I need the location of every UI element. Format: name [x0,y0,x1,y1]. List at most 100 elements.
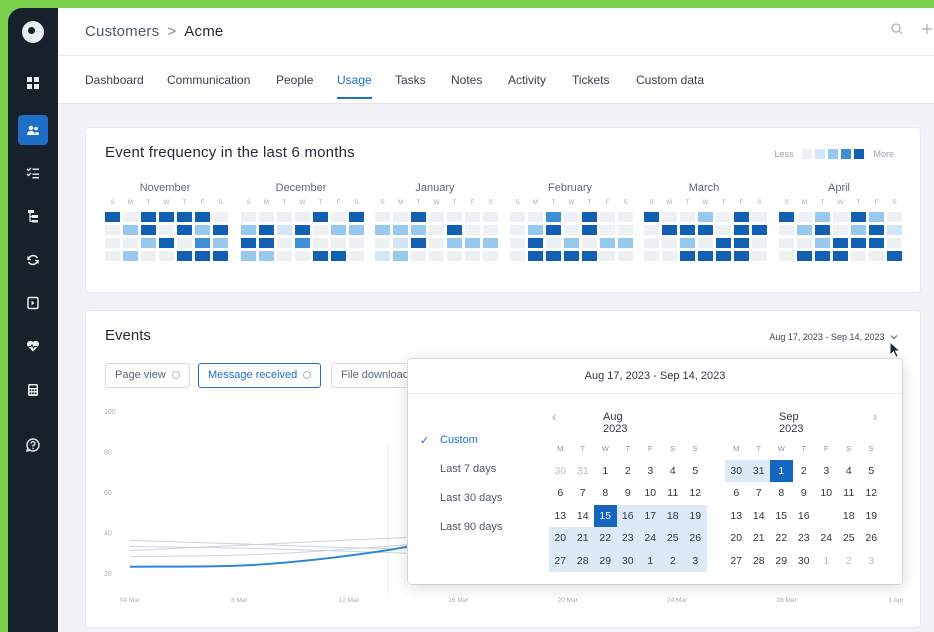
calendar-day[interactable]: 12 [684,482,707,505]
calendar-day[interactable]: 22 [770,527,793,550]
tab-tickets[interactable]: Tickets [572,73,610,87]
calendar-day[interactable]: 20 [549,527,572,550]
calendar-day[interactable]: 29 [594,549,617,572]
tab-custom-data[interactable]: Custom data [636,73,704,87]
preset-last-30-days[interactable]: Last 30 days [440,492,502,504]
tab-usage[interactable]: Usage [337,73,372,99]
heart-icon[interactable] [18,331,48,361]
search-icon[interactable] [890,22,904,36]
calendar-day[interactable]: 11 [838,482,861,505]
calendar-day[interactable]: 3 [860,550,883,573]
calendar-day[interactable]: 12 [860,482,883,505]
calendar-day[interactable]: 13 [725,505,748,528]
calendar-day[interactable]: 11 [662,482,685,505]
calendar-day[interactable]: 30 [616,549,639,572]
prev-month-icon[interactable]: ‹ [552,409,556,424]
filter-chip[interactable]: Page view [105,363,190,388]
calendar-day[interactable]: 14 [748,505,771,528]
sync-icon[interactable] [18,245,48,275]
tab-tasks[interactable]: Tasks [395,73,426,87]
calendar-day[interactable]: 22 [594,527,617,550]
tab-activity[interactable]: Activity [508,73,546,87]
checklist-icon[interactable] [18,158,48,188]
remove-filter-icon[interactable] [171,371,180,379]
calendar-day[interactable]: 30 [725,459,748,482]
calendar-day[interactable]: 4 [838,460,861,483]
calendar-day[interactable]: 24 [815,527,838,550]
calendar-day[interactable]: 27 [725,550,748,573]
hierarchy-icon[interactable] [18,201,48,231]
calendar-day[interactable]: 24 [639,527,662,550]
breadcrumb-parent[interactable]: Customers [85,23,159,40]
calendar-day[interactable]: 6 [725,482,748,505]
calendar-day[interactable]: 23 [616,527,639,550]
calendar-day[interactable]: 28 [571,549,594,572]
calendar-day[interactable]: 21 [571,527,594,550]
calendar-day[interactable]: 20 [725,527,748,550]
calendar-day[interactable]: 18 [661,504,684,527]
calendar-day[interactable]: 26 [860,527,883,550]
calendar-day[interactable]: 4 [662,460,685,483]
calendar-day[interactable]: 1 [639,549,662,572]
grid-icon[interactable] [18,68,48,98]
calendar-day[interactable]: 3 [639,460,662,483]
preset-last-7-days[interactable]: Last 7 days [440,463,496,475]
next-month-icon[interactable]: › [873,409,877,424]
calendar-day[interactable]: 2 [617,460,640,483]
calendar-day[interactable]: 10 [815,482,838,505]
calendar-day[interactable]: 30 [549,460,572,483]
calendar-day[interactable]: 16 [793,505,816,528]
preset-custom[interactable]: Custom [440,434,478,446]
filter-chip[interactable]: File download [331,363,419,388]
people-icon[interactable] [18,115,48,145]
calendar-day[interactable]: 15 [770,505,793,528]
calendar-day[interactable]: 1 [815,550,838,573]
calendar-day[interactable]: 19 [684,504,707,527]
tab-dashboard[interactable]: Dashboard [85,73,144,87]
calendar-day[interactable]: 30 [793,550,816,573]
tab-communication[interactable]: Communication [167,73,250,87]
calendar-day[interactable]: 6 [549,482,572,505]
calendar-day[interactable]: 26 [684,527,707,550]
help-icon[interactable] [18,430,48,460]
export-icon[interactable] [18,288,48,318]
calendar-day[interactable]: 7 [748,482,771,505]
calendar-day[interactable]: 13 [549,505,572,528]
date-range-button[interactable]: Aug 17, 2023 - Sep 14, 2023 [769,332,898,342]
calendar-day[interactable]: 10 [639,482,662,505]
calendar-day[interactable]: 31 [747,459,770,482]
calendar-day[interactable]: 9 [793,482,816,505]
calendar-day[interactable]: 25 [838,527,861,550]
calendar-day[interactable]: 8 [594,482,617,505]
calendar-day[interactable]: 5 [684,460,707,483]
logo-icon[interactable] [22,21,44,43]
calendar-day[interactable]: 27 [549,549,572,572]
calendar-day[interactable]: 18 [838,505,861,528]
calendar-day[interactable]: 1 [770,459,793,482]
calendar-day[interactable]: 28 [748,550,771,573]
calendar-day[interactable]: 21 [748,527,771,550]
calendar-day[interactable]: 5 [860,460,883,483]
tab-notes[interactable]: Notes [451,73,482,87]
add-icon[interactable] [920,22,934,36]
calendar-day[interactable]: 17 [639,504,662,527]
calendar-day[interactable]: 14 [572,505,595,528]
calendar-day[interactable]: 16 [616,504,639,527]
calendar-day[interactable]: 1 [594,460,617,483]
calendar-day[interactable]: 7 [572,482,595,505]
calendar-day[interactable]: 23 [793,527,816,550]
calendar-day[interactable]: 3 [815,460,838,483]
calendar-day[interactable]: 29 [770,550,793,573]
filter-chip[interactable]: Message received [198,363,322,388]
tab-people[interactable]: People [276,73,313,87]
calendar-day[interactable]: 25 [661,527,684,550]
calendar-day[interactable]: 2 [661,549,684,572]
calendar-day[interactable]: 19 [860,505,883,528]
calendar-day[interactable]: 15 [594,504,617,527]
calendar-day[interactable]: 9 [617,482,640,505]
calculator-icon[interactable] [18,375,48,405]
calendar-day[interactable]: 2 [793,460,816,483]
calendar-day[interactable]: 31 [572,460,595,483]
preset-last-90-days[interactable]: Last 90 days [440,521,502,533]
calendar-day[interactable]: 3 [684,549,707,572]
